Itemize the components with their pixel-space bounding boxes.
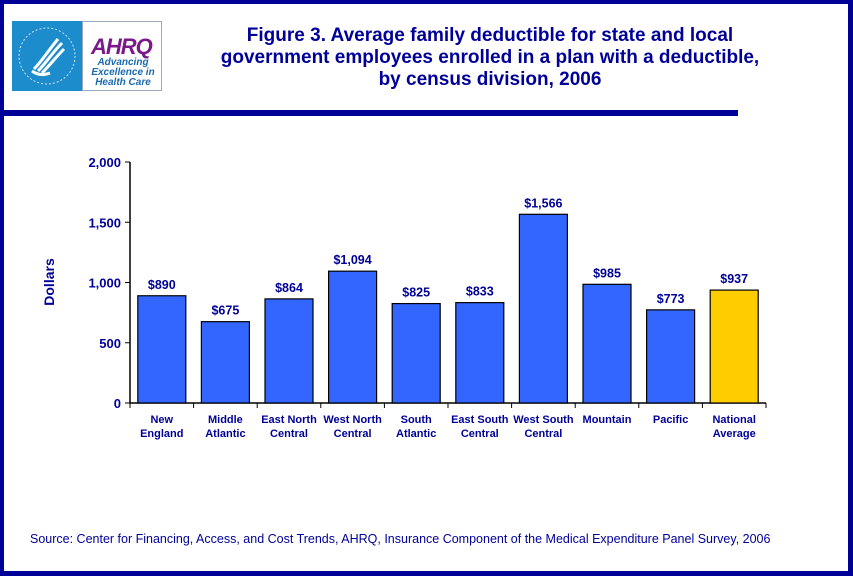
x-category-label: Average [713, 428, 756, 440]
x-category-label: Central [334, 428, 372, 440]
bar [645, 309, 696, 404]
source-note: Source: Center for Financing, Access, an… [30, 532, 771, 546]
x-category-label: South [401, 414, 432, 426]
x-category-label: Central [461, 428, 499, 440]
bar-value-label: $864 [275, 281, 303, 295]
x-category-label: Atlantic [396, 428, 436, 440]
x-category-label: East North [261, 414, 317, 426]
x-category-label: East South [451, 414, 509, 426]
y-axis: 0 500 1,000 1,500 2,000 [88, 155, 131, 411]
y-tick-label: 1,500 [88, 215, 121, 230]
x-axis: New England Middle Atlantic East North Centra… [129, 402, 767, 440]
bar [137, 295, 187, 404]
bar-chart: Dollars 0 500 1,000 1,500 2,000 New England Mi… [41, 155, 767, 440]
x-category-label: Middle [208, 414, 243, 426]
bar [391, 302, 441, 404]
x-category-label: National [712, 414, 755, 426]
y-tick-label: 500 [99, 336, 121, 351]
bar-value-label: $1,566 [524, 196, 562, 210]
bar [518, 213, 569, 404]
bar [328, 270, 378, 404]
x-category-label: West South [513, 414, 574, 426]
bar-value-label: $773 [657, 292, 685, 306]
x-category-label: Central [270, 428, 308, 440]
x-category-label: Mountain [583, 414, 632, 426]
x-category-label: West North [323, 414, 382, 426]
x-category-label: England [140, 428, 183, 440]
x-category-label: Central [524, 428, 562, 440]
bar-value-label: $890 [148, 278, 176, 292]
bar [200, 321, 250, 404]
y-tick-label: 0 [114, 396, 121, 411]
y-tick-label: 2,000 [88, 155, 121, 170]
bar [455, 302, 505, 404]
bar-value-label: $937 [720, 272, 748, 286]
x-category-label: Atlantic [205, 428, 245, 440]
bar-value-label: $1,094 [333, 253, 371, 267]
bar-value-label: $833 [466, 285, 494, 299]
bar [709, 289, 759, 404]
x-category-label: New [150, 414, 173, 426]
bar-value-label: $825 [402, 286, 430, 300]
bar-value-label: $985 [593, 266, 621, 280]
bar [264, 298, 314, 404]
bar-series: $890 $675 $864 $1,094 $825 $833 $1,566 $985 $773… [137, 196, 759, 404]
x-category-label: Pacific [653, 414, 688, 426]
bar-value-label: $675 [211, 304, 239, 318]
y-tick-label: 1,000 [88, 276, 121, 291]
bar [582, 283, 632, 404]
y-axis-label: Dollars [41, 258, 57, 306]
